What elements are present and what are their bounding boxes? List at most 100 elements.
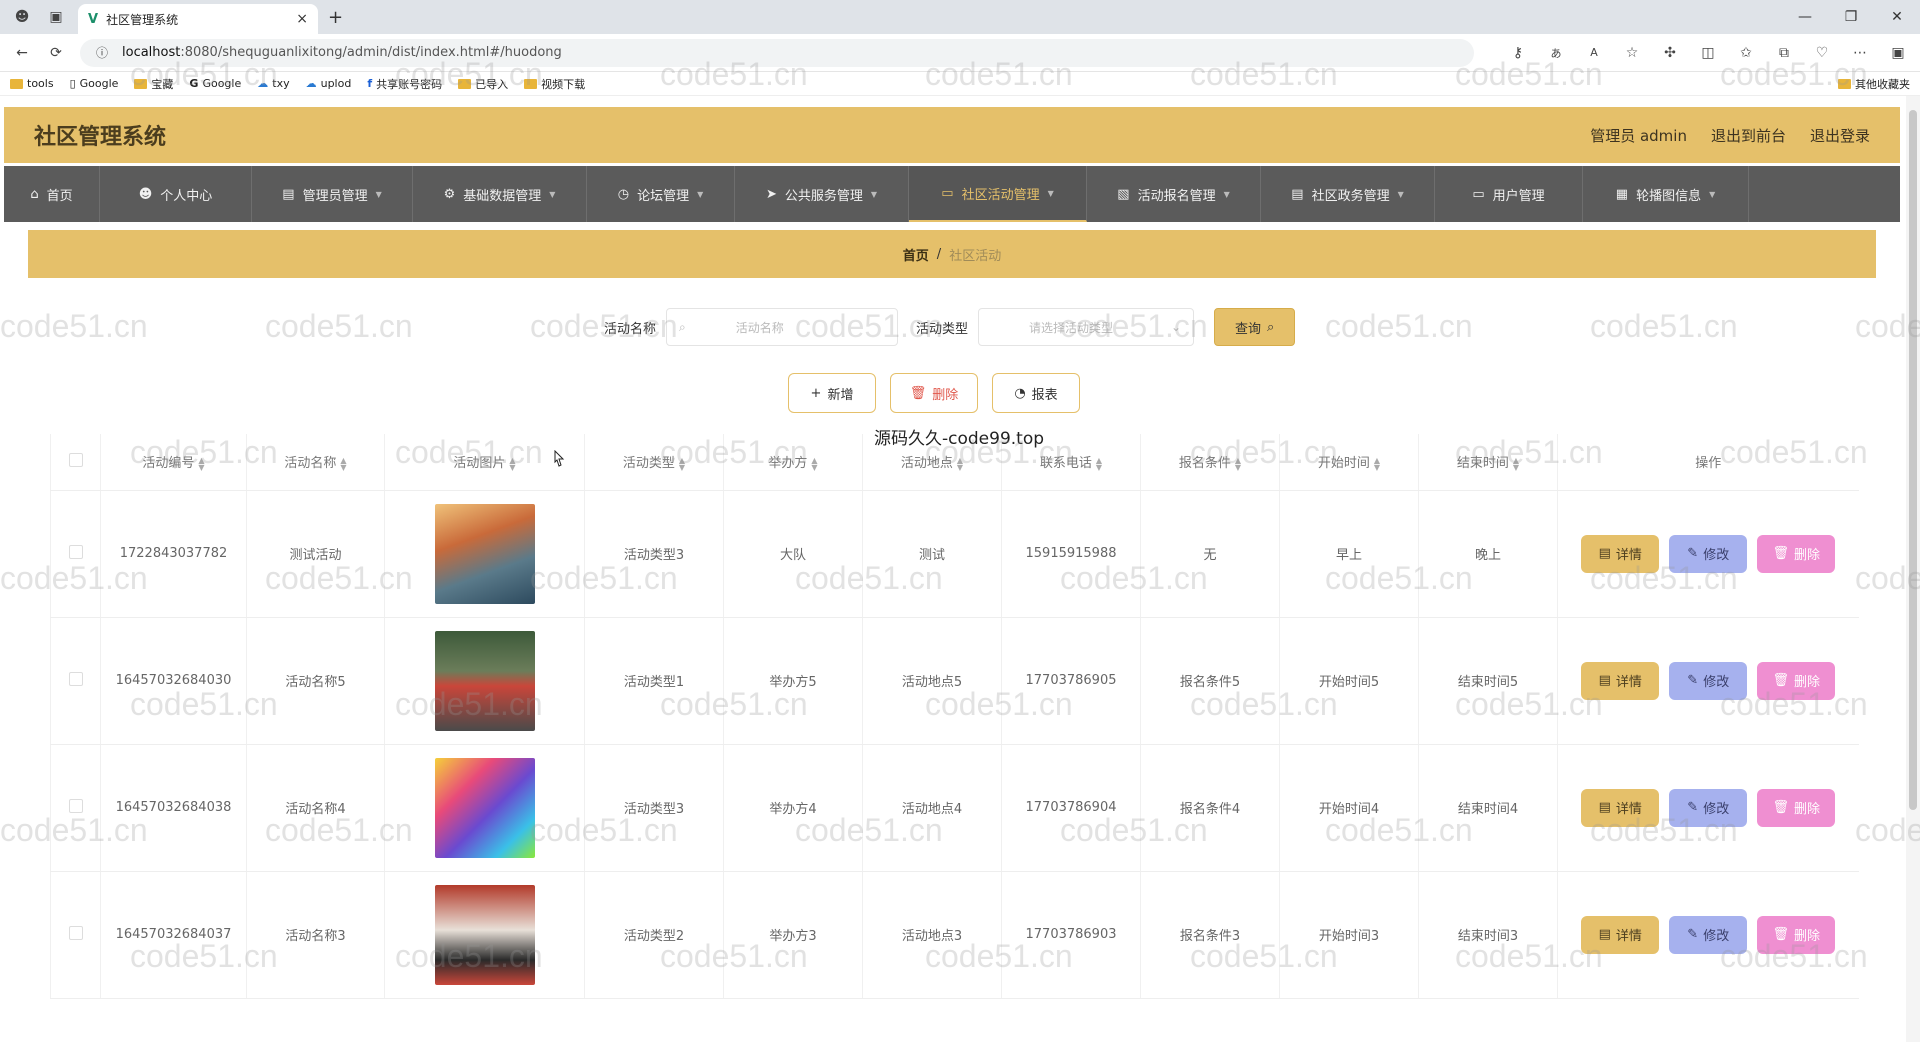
sort-icon[interactable]: ▲ ▼ (811, 456, 817, 471)
row-checkbox[interactable] (50, 617, 101, 745)
top-nav: ⌂ 首页 ☻ 个人中心 ▤ 管理员管理 ▼ ⚙ 基础数据管理 ▼ ◷ 论坛管理 ▼ ➤ 公共服务管理 ▼ ▭ 社区… (4, 166, 1900, 222)
nav-item-10[interactable]: ▦ 轮播图信息 ▼ (1583, 166, 1749, 222)
bookmark-shared-accounts[interactable]: f 共享账号密码 (367, 76, 442, 92)
sort-icon[interactable]: ▲ ▼ (1374, 456, 1380, 471)
select-all-checkbox[interactable] (50, 434, 101, 491)
nav-item-9[interactable]: ▭ 用户管理 (1435, 166, 1583, 222)
delete-button[interactable]: 🗑 删除 (1757, 661, 1836, 700)
activity-thumbnail[interactable] (434, 630, 535, 731)
doc-icon: ▤ (282, 186, 295, 202)
nav-item-5[interactable]: ➤ 公共服务管理 ▼ (735, 166, 909, 222)
collections-icon[interactable]: ⧉ (1774, 43, 1794, 63)
browser-tab[interactable]: V 社区管理系统 × (78, 4, 318, 34)
info-icon[interactable]: ⓘ (92, 43, 112, 63)
bookmark-other-favorites[interactable]: 其他收藏夹 (1838, 76, 1910, 92)
delete-button[interactable]: 🗑 删除 (1757, 534, 1836, 573)
tab-actions-icon[interactable]: ▣ (46, 7, 66, 27)
nav-item-2[interactable]: ▤ 管理员管理 ▼ (252, 166, 413, 222)
close-window-icon[interactable]: ✕ (1874, 9, 1920, 25)
delete-button[interactable]: 🗑 删除 (1757, 788, 1836, 827)
bookmark-treasure[interactable]: 宝藏 (134, 76, 173, 92)
minimize-icon[interactable]: — (1782, 9, 1828, 25)
back-icon[interactable]: ← (12, 43, 32, 63)
pencil-icon: ✎ (1687, 546, 1699, 561)
sort-icon[interactable]: ▲ ▼ (679, 456, 685, 471)
report-button[interactable]: ◔ 报表 (992, 373, 1080, 413)
row-checkbox[interactable] (50, 490, 101, 618)
bookmark-video-download[interactable]: 视频下载 (524, 76, 585, 92)
edit-button[interactable]: ✎ 修改 (1669, 915, 1748, 954)
sort-icon[interactable]: ▲ ▼ (198, 456, 204, 471)
activity-name-input[interactable]: ⌕ 活动名称 (666, 308, 899, 346)
monitor-icon: ▭ (941, 185, 954, 201)
activity-type-label: 活动类型 (916, 321, 969, 337)
batch-delete-button[interactable]: 🗑 删除 (890, 373, 978, 413)
refresh-icon[interactable]: ⟳ (46, 43, 66, 63)
nav-item-8[interactable]: ▤ 社区政务管理 ▼ (1261, 166, 1435, 222)
split-screen-icon[interactable]: ◫ (1698, 43, 1718, 63)
exit-to-front-link[interactable]: 退出到前台 (1711, 125, 1786, 146)
sort-icon[interactable]: ▲ ▼ (509, 456, 515, 471)
breadcrumb-home[interactable]: 首页 (903, 245, 929, 264)
add-button[interactable]: + 新增 (788, 373, 876, 413)
sort-icon[interactable]: ▲ ▼ (1096, 456, 1102, 471)
nav-item-7[interactable]: ▧ 活动报名管理 ▼ (1087, 166, 1261, 222)
bookmark-txy[interactable]: ☁ txy (257, 77, 289, 90)
profile-icon[interactable]: ☻ (12, 7, 32, 27)
new-tab-icon[interactable]: + (328, 7, 343, 28)
nav-item-6[interactable]: ▭ 社区活动管理 ▼ (909, 166, 1087, 222)
column-header[interactable]: 活动名称 ▲ ▼ (246, 434, 385, 491)
row-checkbox[interactable] (50, 744, 101, 872)
nav-item-3[interactable]: ⚙ 基础数据管理 ▼ (413, 166, 587, 222)
favorite-star-icon[interactable]: ☆ (1622, 43, 1642, 63)
sort-icon[interactable]: ▲ ▼ (1513, 456, 1519, 471)
activity-thumbnail[interactable] (434, 757, 535, 858)
page-scrollbar[interactable] (1906, 96, 1920, 1042)
translate-icon[interactable]: あ (1546, 43, 1566, 63)
nav-item-label: 用户管理 (1492, 188, 1545, 204)
edit-button[interactable]: ✎ 修改 (1669, 534, 1748, 573)
sidebar-icon[interactable]: ▣ (1888, 43, 1908, 63)
activity-thumbnail[interactable] (434, 503, 535, 604)
edit-button[interactable]: ✎ 修改 (1669, 661, 1748, 700)
sort-icon[interactable]: ▲ ▼ (1235, 456, 1241, 471)
read-aloud-icon[interactable]: A (1584, 43, 1604, 63)
column-header[interactable]: 活动类型 ▲ ▼ (584, 434, 724, 491)
activity-type-select[interactable]: 请选择活动类型 ⌄ (978, 308, 1195, 346)
sort-icon[interactable]: ▲ ▼ (340, 456, 346, 471)
table-cell: 晚上 (1418, 490, 1558, 618)
nav-item-4[interactable]: ◷ 论坛管理 ▼ (587, 166, 735, 222)
detail-button[interactable]: ▤ 详情 (1581, 661, 1660, 700)
bookmark-google[interactable]: G Google (189, 77, 241, 90)
detail-button[interactable]: ▤ 详情 (1581, 915, 1660, 954)
extensions-icon[interactable]: ✣ (1660, 43, 1680, 63)
bookmark-google-page[interactable]: ▯ Google (70, 77, 119, 90)
nav-item-0[interactable]: ⌂ 首页 (4, 166, 100, 222)
key-icon[interactable]: ⚷ (1508, 43, 1528, 63)
more-icon[interactable]: ⋯ (1850, 43, 1870, 63)
edit-button[interactable]: ✎ 修改 (1669, 788, 1748, 827)
nav-item-1[interactable]: ☻ 个人中心 (100, 166, 252, 222)
column-header[interactable]: 结束时间 ▲ ▼ (1418, 434, 1558, 491)
logout-link[interactable]: 退出登录 (1810, 125, 1870, 146)
bookmark-imported[interactable]: 已导入 (458, 76, 508, 92)
column-header[interactable]: 报名条件 ▲ ▼ (1140, 434, 1280, 491)
activity-thumbnail[interactable] (434, 884, 535, 985)
browser-essentials-icon[interactable]: ♡ (1812, 43, 1832, 63)
column-header[interactable]: 活动编号 ▲ ▼ (100, 434, 247, 491)
restore-icon[interactable]: ❐ (1828, 9, 1874, 25)
query-button[interactable]: 查询 ⌕ (1214, 308, 1296, 346)
close-tab-icon[interactable]: × (296, 11, 308, 27)
column-header[interactable]: 举办方 ▲ ▼ (723, 434, 863, 491)
delete-button[interactable]: 🗑 删除 (1757, 915, 1836, 954)
detail-button[interactable]: ▤ 详情 (1581, 534, 1660, 573)
sort-icon[interactable]: ▲ ▼ (957, 456, 963, 471)
favorites-icon[interactable]: ✩ (1736, 43, 1756, 63)
table-row: 16457032684030 活动名称5 活动类型1 举办方5 活动地点5 1770378… (50, 617, 1859, 745)
address-bar[interactable]: ⓘ localhost:8080/shequguanlixitong/admin… (80, 38, 1474, 67)
bookmark-uplod[interactable]: ☁ uplod (306, 77, 352, 90)
row-checkbox[interactable] (50, 871, 101, 999)
detail-button[interactable]: ▤ 详情 (1581, 788, 1660, 827)
bookmark-tools[interactable]: tools (10, 77, 54, 90)
column-header[interactable]: 开始时间 ▲ ▼ (1279, 434, 1419, 491)
